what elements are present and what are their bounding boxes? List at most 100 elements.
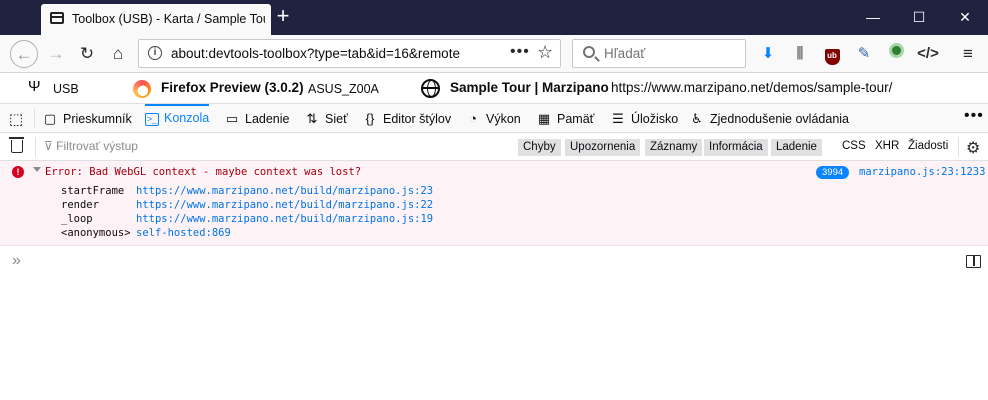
search-icon: [583, 46, 595, 58]
screenshot-icon[interactable]: ✎: [853, 43, 875, 65]
stack-frame-function: <anonymous>: [61, 227, 131, 239]
forward-button[interactable]: →: [42, 40, 70, 68]
sidebar-toggle-icon[interactable]: [966, 255, 981, 268]
target-page-url: https://www.marzipano.net/demos/sample-t…: [611, 80, 893, 95]
tab-inspector-label: Prieskumník: [63, 112, 132, 126]
tab-network-label: Sieť: [325, 112, 348, 126]
navigation-bar: ← → ↻ ⌂ i about:devtools-toolbox?type=ta…: [0, 35, 988, 73]
target-device: ASUS_Z00A: [308, 82, 379, 96]
tab-memory[interactable]: ▦ Pamäť: [536, 104, 595, 132]
tab-console[interactable]: >_ Konzola: [145, 104, 210, 132]
url-text[interactable]: about:devtools-toolbox?type=tab&id=16&re…: [171, 46, 511, 61]
error-icon: !: [12, 166, 24, 178]
element-picker-button[interactable]: ⬚: [8, 104, 29, 132]
search-bar[interactable]: Hľadať: [572, 39, 746, 68]
filter-placeholder: Filtrovať výstup: [56, 139, 138, 153]
reload-icon: ↻: [79, 44, 95, 63]
tab-memory-label: Pamäť: [557, 112, 595, 126]
minimize-button[interactable]: —: [850, 0, 896, 34]
search-input[interactable]: Hľadať: [604, 46, 645, 61]
filter-errors-button[interactable]: Chyby: [518, 139, 561, 156]
globe-icon: [421, 79, 440, 98]
error-source-link[interactable]: marzipano.js:23:1233: [859, 166, 985, 178]
devtools-toolbar: ⬚ ▢ Prieskumník >_ Konzola ▭ Ladenie ⇅ Sieť …: [0, 104, 988, 133]
tab-accessibility[interactable]: ♿ Zjednodušenie ovládania: [689, 104, 849, 132]
tab-storage-label: Úložisko: [631, 112, 679, 126]
more-tools-button[interactable]: •••: [964, 104, 984, 132]
tab-storage[interactable]: ☰ Úložisko: [610, 104, 678, 132]
home-button[interactable]: ⌂: [104, 40, 132, 68]
firefox-logo-icon: [133, 80, 151, 98]
console-input-row[interactable]: »: [0, 247, 988, 277]
download-icon[interactable]: ⬇: [757, 43, 779, 65]
filter-css-button[interactable]: CSS: [842, 140, 866, 152]
console-error-message: ! Error: Bad WebGL context - maybe conte…: [0, 161, 988, 246]
library-icon[interactable]: ⫼: [789, 43, 811, 65]
tab-inspector[interactable]: ▢ Prieskumník: [42, 104, 132, 132]
ublock-icon[interactable]: ub: [821, 43, 843, 65]
filter-divider-right: [958, 137, 959, 157]
clear-console-trash-icon[interactable]: [9, 137, 24, 153]
reload-button[interactable]: ↻: [73, 40, 101, 68]
filter-funnel-icon: ⊽: [44, 139, 57, 153]
console-icon: >_: [145, 113, 159, 126]
close-window-button[interactable]: ✕: [942, 0, 988, 34]
filter-output-input[interactable]: ⊽ Filtrovať výstup: [44, 139, 138, 153]
filter-requests-button[interactable]: Žiadosti: [908, 140, 948, 152]
stack-frame-link[interactable]: https://www.marzipano.net/build/marzipan…: [136, 185, 433, 197]
tab-title: Toolbox (USB) - Karta / Sample Tour: [72, 12, 265, 26]
tab-accessibility-label: Zjednodušenie ovládania: [710, 112, 849, 126]
page-actions-button[interactable]: •••: [510, 43, 530, 61]
connection-type: USB: [53, 82, 79, 96]
stack-frame-link[interactable]: https://www.marzipano.net/build/marzipan…: [136, 213, 433, 225]
site-info-icon[interactable]: i: [148, 46, 162, 60]
target-browser-name: Firefox Preview (3.0.2): [161, 80, 304, 95]
forward-arrow-icon: →: [47, 44, 65, 63]
accessibility-icon: ♿: [691, 111, 703, 126]
style-editor-icon: {}: [365, 111, 375, 126]
gear-icon[interactable]: ⚙: [966, 138, 980, 158]
performance-icon: ◔: [469, 111, 477, 126]
tab-debugger[interactable]: ▭ Ladenie: [224, 104, 290, 132]
memory-icon: ▦: [537, 111, 551, 126]
element-picker-icon: ⬚: [8, 111, 24, 128]
tab-network[interactable]: ⇅ Sieť: [304, 104, 348, 132]
maximize-button[interactable]: ☐: [896, 0, 942, 34]
back-button[interactable]: ←: [10, 40, 38, 68]
home-icon: ⌂: [112, 44, 124, 63]
devtools-target-bar: Ψ USB Firefox Preview (3.0.2) ASUS_Z00A …: [0, 74, 988, 104]
console-filter-bar: ⊽ Filtrovať výstup Chyby Upozornenia Záz…: [0, 134, 988, 161]
filter-debug-button[interactable]: Ladenie: [771, 139, 822, 156]
sync-icon[interactable]: [885, 43, 907, 65]
expand-twisty-icon[interactable]: [33, 167, 41, 172]
usb-icon: Ψ: [28, 78, 41, 95]
debugger-icon: ▭: [225, 111, 239, 126]
browser-tab[interactable]: Toolbox (USB) - Karta / Sample Tour: [41, 4, 271, 35]
new-tab-button[interactable]: +: [272, 4, 294, 30]
console-prompt-icon: »: [12, 252, 21, 269]
stack-frame-function: render: [61, 199, 99, 211]
tab-style-editor[interactable]: {} Editor štýlov: [362, 104, 451, 132]
target-page-title: Sample Tour | Marzipano: [450, 80, 609, 95]
tab-performance[interactable]: ◔ Výkon: [465, 104, 521, 132]
url-bar[interactable]: i about:devtools-toolbox?type=tab&id=16&…: [138, 39, 561, 68]
filter-warnings-button[interactable]: Upozornenia: [565, 139, 641, 156]
devtools-icon[interactable]: </>: [917, 43, 939, 65]
filter-logs-button[interactable]: Záznamy: [645, 139, 703, 156]
filter-xhr-button[interactable]: XHR: [875, 140, 899, 152]
menu-icon[interactable]: ≡: [957, 43, 979, 65]
filter-info-button[interactable]: Informácia: [704, 139, 768, 156]
title-bar: Toolbox (USB) - Karta / Sample Tour + — …: [0, 0, 988, 35]
toolbox-favicon-icon: [50, 12, 64, 24]
network-icon: ⇅: [306, 111, 318, 126]
stack-frame-link[interactable]: https://www.marzipano.net/build/marzipan…: [136, 199, 433, 211]
storage-icon: ☰: [612, 111, 624, 126]
tab-debugger-label: Ladenie: [245, 112, 290, 126]
back-arrow-icon: ←: [15, 45, 33, 64]
toolbar-divider: [34, 108, 35, 128]
stack-frame-link[interactable]: self-hosted:869: [136, 227, 231, 239]
repeat-count-badge: 3994: [816, 166, 850, 179]
tab-console-label: Konzola: [164, 111, 210, 125]
bookmark-star-icon[interactable]: ☆: [537, 42, 553, 63]
error-message-text: Error: Bad WebGL context - maybe context…: [45, 166, 362, 178]
